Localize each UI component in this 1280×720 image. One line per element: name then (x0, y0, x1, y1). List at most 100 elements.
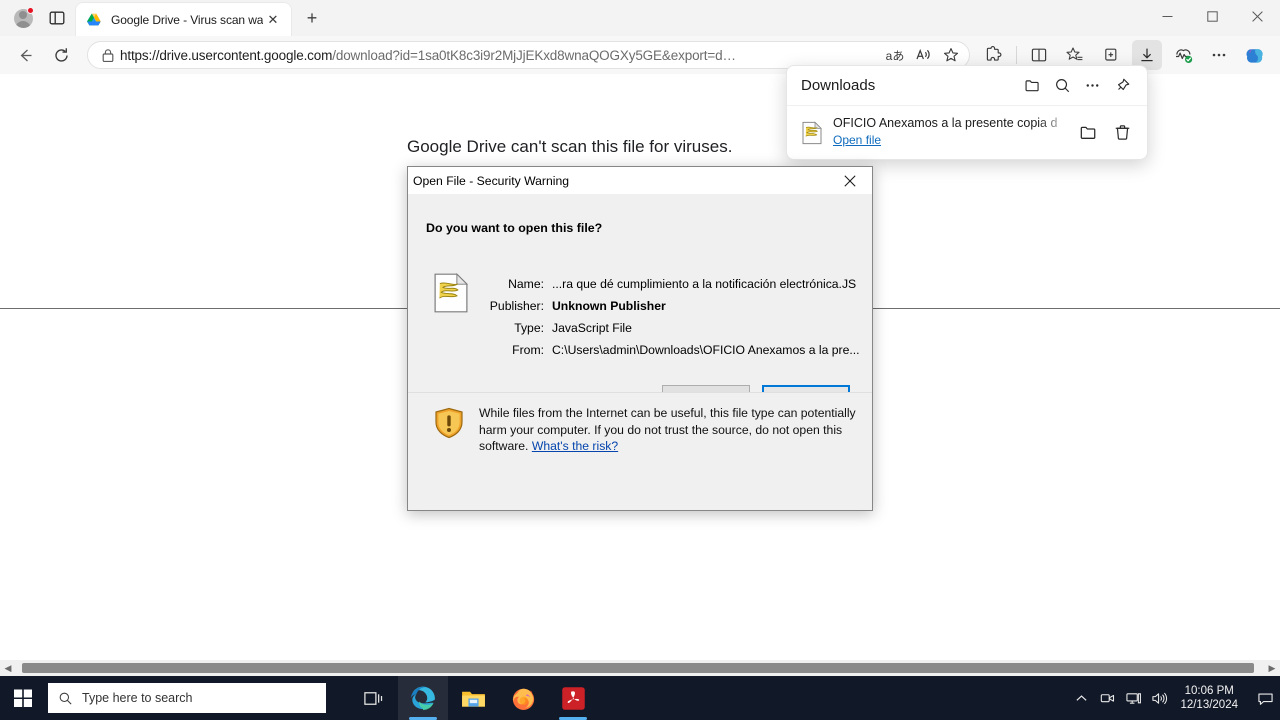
microsoft-edge-icon (410, 686, 435, 711)
pin-icon (1117, 78, 1129, 91)
network-icon (1126, 692, 1141, 704)
downloads-header: Downloads (787, 66, 1147, 105)
scroll-right-arrow-icon[interactable]: ▶ (1264, 660, 1280, 676)
pin-downloads-button[interactable] (1107, 71, 1137, 101)
show-hidden-icons-button[interactable] (1068, 676, 1094, 720)
horizontal-scrollbar[interactable]: ◀ ▶ (0, 660, 1280, 676)
network-button[interactable] (1120, 676, 1146, 720)
minimize-button[interactable] (1145, 0, 1190, 32)
field-row: Name: ...ra que dé cumplimiento a la not… (486, 277, 864, 291)
dialog-footer: While files from the Internet can be use… (408, 392, 872, 453)
translate-button[interactable]: aあ (881, 43, 909, 67)
reload-button[interactable] (46, 40, 76, 70)
downloads-icon (1141, 48, 1153, 62)
back-button[interactable] (10, 40, 40, 70)
close-window-button[interactable] (1235, 0, 1280, 32)
taskbar-app-adobe-reader[interactable] (548, 676, 598, 720)
reload-icon (54, 47, 68, 62)
dialog-title-bar[interactable]: Open File - Security Warning (408, 167, 872, 195)
browser-essentials-health-button[interactable] (1168, 40, 1198, 70)
downloads-flyout: Downloads OFICIO Anexamos a la presente … (786, 65, 1148, 160)
open-downloads-folder-button[interactable] (1017, 71, 1047, 101)
maximize-button[interactable] (1190, 0, 1235, 32)
open-file-security-warning-dialog: Open File - Security Warning Do you want… (407, 166, 873, 511)
taskbar-app-microsoft-edge[interactable] (398, 676, 448, 720)
read-aloud-icon (916, 48, 930, 60)
field-row: Type: JavaScript File (486, 321, 864, 335)
search-icon (59, 692, 72, 705)
dialog-title: Open File - Security Warning (413, 173, 570, 188)
taskbar-app-file-explorer[interactable] (448, 676, 498, 720)
url-host: https://drive.usercontent.google.com (120, 47, 333, 63)
dialog-footer-text: While files from the Internet can be use… (479, 405, 856, 455)
taskbar-search-box[interactable]: Type here to search (48, 683, 326, 713)
start-icon (14, 689, 32, 707)
profile-button[interactable] (6, 3, 40, 33)
maximize-icon (1207, 10, 1218, 22)
firefox-icon (512, 688, 534, 710)
search-downloads-button[interactable] (1047, 71, 1077, 101)
page-headline: Google Drive can't scan this file for vi… (407, 137, 733, 156)
field-label: Publisher: (489, 299, 544, 313)
download-file-name: OFICIO Anexamos a la presente copia d (833, 116, 1058, 130)
star-icon (943, 48, 959, 62)
system-tray: 10:06 PM 12/13/2024 (1068, 676, 1280, 720)
settings-and-more-button[interactable] (1204, 40, 1234, 70)
download-item[interactable]: OFICIO Anexamos a la presente copia d Op… (787, 105, 1147, 159)
browser-tab[interactable]: Google Drive - Virus scan warnin ✕ (76, 3, 291, 36)
lock-icon (102, 48, 114, 62)
field-label: From: (512, 343, 544, 357)
chevron-up-icon (1076, 694, 1087, 701)
show-in-folder-icon (1080, 126, 1095, 139)
scroll-left-arrow-icon[interactable]: ◀ (0, 660, 16, 676)
dialog-close-button[interactable] (828, 167, 872, 194)
tab-title: Google Drive - Virus scan warnin (111, 12, 263, 27)
downloads-title: Downloads (801, 77, 876, 94)
open-folder-icon (1025, 80, 1039, 92)
whats-the-risk-link[interactable]: What's the risk? (532, 439, 618, 453)
field-value-from: C:\Users\admin\Downloads\OFICIO Anexamos… (552, 343, 860, 357)
notification-center-button[interactable] (1250, 676, 1280, 720)
taskbar-clock[interactable]: 10:06 PM 12/13/2024 (1172, 684, 1250, 712)
javascript-file-icon (802, 120, 822, 144)
tab-strip: Google Drive - Virus scan warnin ✕ + (0, 0, 1280, 36)
read-aloud-button[interactable] (909, 43, 937, 67)
toolbar-divider (1016, 46, 1017, 64)
field-value-publisher: Unknown Publisher (552, 299, 666, 313)
minimize-icon (1162, 15, 1173, 17)
downloads-more-options-button[interactable] (1077, 71, 1107, 101)
tab-close-button[interactable]: ✕ (263, 10, 283, 30)
tab-actions-button[interactable] (40, 3, 74, 33)
download-item-texts: OFICIO Anexamos a la presente copia d Op… (833, 116, 1071, 149)
add-favorite-button[interactable] (937, 43, 965, 67)
collections-icon (1105, 48, 1117, 61)
browser-essentials-icon (986, 46, 1002, 61)
site-info-lock-icon[interactable] (96, 48, 120, 63)
split-screen-icon (1031, 48, 1047, 62)
open-file-link[interactable]: Open file (833, 133, 881, 147)
scrollbar-thumb[interactable] (22, 663, 1254, 673)
profile-alert-dot-icon (27, 7, 34, 14)
volume-button[interactable] (1146, 676, 1172, 720)
volume-icon (1152, 692, 1168, 704)
delete-icon (1115, 125, 1129, 140)
address-bar-url: https://drive.usercontent.google.com/dow… (120, 48, 881, 63)
more-options-icon (1086, 84, 1098, 87)
tab-actions-icon (49, 11, 65, 25)
browser-health-icon (1175, 48, 1192, 63)
task-view-button[interactable] (348, 676, 398, 720)
google-drive-icon (87, 13, 101, 25)
taskbar-app-firefox[interactable] (498, 676, 548, 720)
start-button[interactable] (0, 676, 46, 720)
show-in-folder-button[interactable] (1071, 116, 1105, 150)
search-icon (1055, 79, 1069, 93)
delete-download-button[interactable] (1105, 116, 1139, 150)
copilot-button[interactable] (1240, 40, 1270, 70)
adobe-reader-icon (561, 686, 585, 710)
camera-icon (1100, 693, 1114, 702)
camera-status-button[interactable] (1094, 676, 1120, 720)
warning-shield-icon (435, 407, 463, 439)
new-tab-button[interactable]: + (297, 3, 327, 33)
dialog-file-details: Name: ...ra que dé cumplimiento a la not… (486, 277, 864, 365)
field-label: Name: (508, 277, 544, 291)
